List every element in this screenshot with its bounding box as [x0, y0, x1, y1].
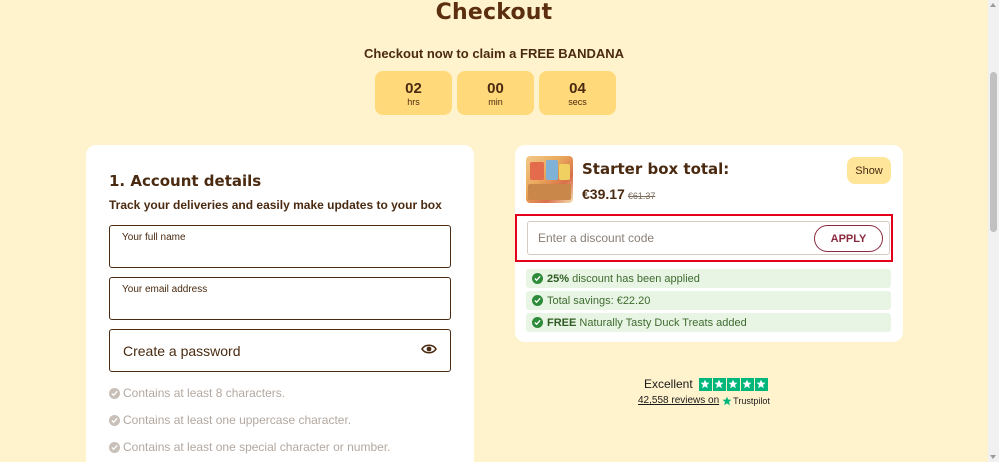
discount-highlight: Enter a discount code APPLY	[515, 214, 893, 262]
current-price: €39.17	[582, 186, 625, 202]
claim-banner: Checkout now to claim a FREE BANDANA	[0, 46, 988, 61]
full-name-label: Your full name	[122, 232, 186, 243]
account-section-title: 1. Account details	[109, 172, 262, 190]
check-circle-icon	[532, 295, 543, 306]
discount-applied-badge: 25% discount has been applied	[526, 269, 891, 288]
trustpilot-brand: Trustpilot	[733, 395, 770, 406]
timer-value: 00	[487, 79, 504, 97]
password-field[interactable]: Create a password	[109, 329, 451, 372]
claim-text: Checkout now to claim a	[363, 46, 521, 61]
scroll-down-icon[interactable]	[990, 455, 996, 459]
discount-placeholder: Enter a discount code	[538, 231, 655, 245]
badge-text: 25% discount has been applied	[547, 272, 700, 285]
apply-button[interactable]: APPLY	[814, 225, 883, 252]
scroll-thumb[interactable]	[990, 72, 997, 232]
rule-text: Contains at least one special character …	[123, 440, 391, 454]
scroll-up-icon[interactable]	[990, 3, 996, 7]
reviews-link[interactable]: 42,558 reviews on	[638, 395, 719, 406]
check-circle-icon	[109, 441, 120, 453]
box-price: €39.17 €61.37	[582, 186, 655, 202]
claim-highlight: FREE BANDANA	[520, 46, 625, 61]
full-name-field[interactable]: Your full name	[109, 225, 451, 268]
box-total-title: Starter box total:	[582, 160, 730, 178]
timer-value: 04	[569, 79, 586, 97]
total-savings-badge: Total savings: €22.20	[526, 291, 891, 310]
password-placeholder: Create a password	[123, 343, 241, 359]
password-rule: Contains at least 8 characters.	[109, 386, 285, 400]
star-icon	[712, 377, 726, 391]
timer-hours: 02 hrs	[375, 71, 452, 115]
password-rule: Contains at least one special character …	[109, 440, 390, 454]
countdown-timer: 02 hrs 00 min 04 secs	[375, 71, 616, 115]
badge-text: FREE Naturally Tasty Duck Treats added	[547, 316, 747, 329]
check-circle-icon	[109, 414, 120, 426]
rule-text: Contains at least one uppercase characte…	[123, 413, 352, 427]
order-summary-card: Starter box total: €39.17 €61.37 Show Ent…	[515, 145, 903, 342]
star-icon	[754, 377, 768, 391]
trustpilot-star-icon	[722, 396, 732, 405]
starter-box-image	[526, 156, 573, 203]
timer-value: 02	[405, 79, 422, 97]
rule-text: Contains at least 8 characters.	[123, 386, 286, 400]
free-treats-badge: FREE Naturally Tasty Duck Treats added	[526, 313, 891, 332]
page-title: Checkout	[435, 0, 553, 25]
trustpilot-stars	[698, 377, 768, 391]
page-scrollbar[interactable]	[988, 0, 999, 462]
discount-code-input[interactable]: Enter a discount code APPLY	[527, 221, 890, 255]
show-button[interactable]: Show	[847, 157, 891, 184]
star-icon	[726, 377, 740, 391]
check-circle-icon	[532, 273, 543, 284]
rating-word: Excellent	[644, 377, 693, 391]
account-details-card: 1. Account details Track your deliveries…	[86, 145, 474, 462]
check-circle-icon	[532, 317, 543, 328]
check-circle-icon	[109, 387, 120, 399]
reviews-row: 42,558 reviews on Trustpilot	[638, 395, 778, 406]
timer-seconds: 04 secs	[539, 71, 616, 115]
star-icon	[740, 377, 754, 391]
timer-minutes: 00 min	[457, 71, 534, 115]
trustpilot-widget: Excellent 42,558 reviews on Trustpilot	[638, 377, 778, 406]
old-price: €61.37	[627, 191, 656, 201]
email-label: Your email address	[122, 284, 208, 295]
account-section-subtitle: Track your deliveries and easily make up…	[109, 198, 442, 212]
password-rule: Contains at least one uppercase characte…	[109, 413, 351, 427]
timer-unit: min	[488, 96, 503, 107]
timer-unit: secs	[568, 96, 587, 107]
eye-icon[interactable]	[421, 343, 437, 355]
trustpilot-logo: Trustpilot	[722, 396, 770, 406]
email-field[interactable]: Your email address	[109, 277, 451, 320]
timer-unit: hrs	[407, 96, 420, 107]
badge-text: Total savings: €22.20	[547, 294, 651, 307]
star-icon	[698, 377, 712, 391]
